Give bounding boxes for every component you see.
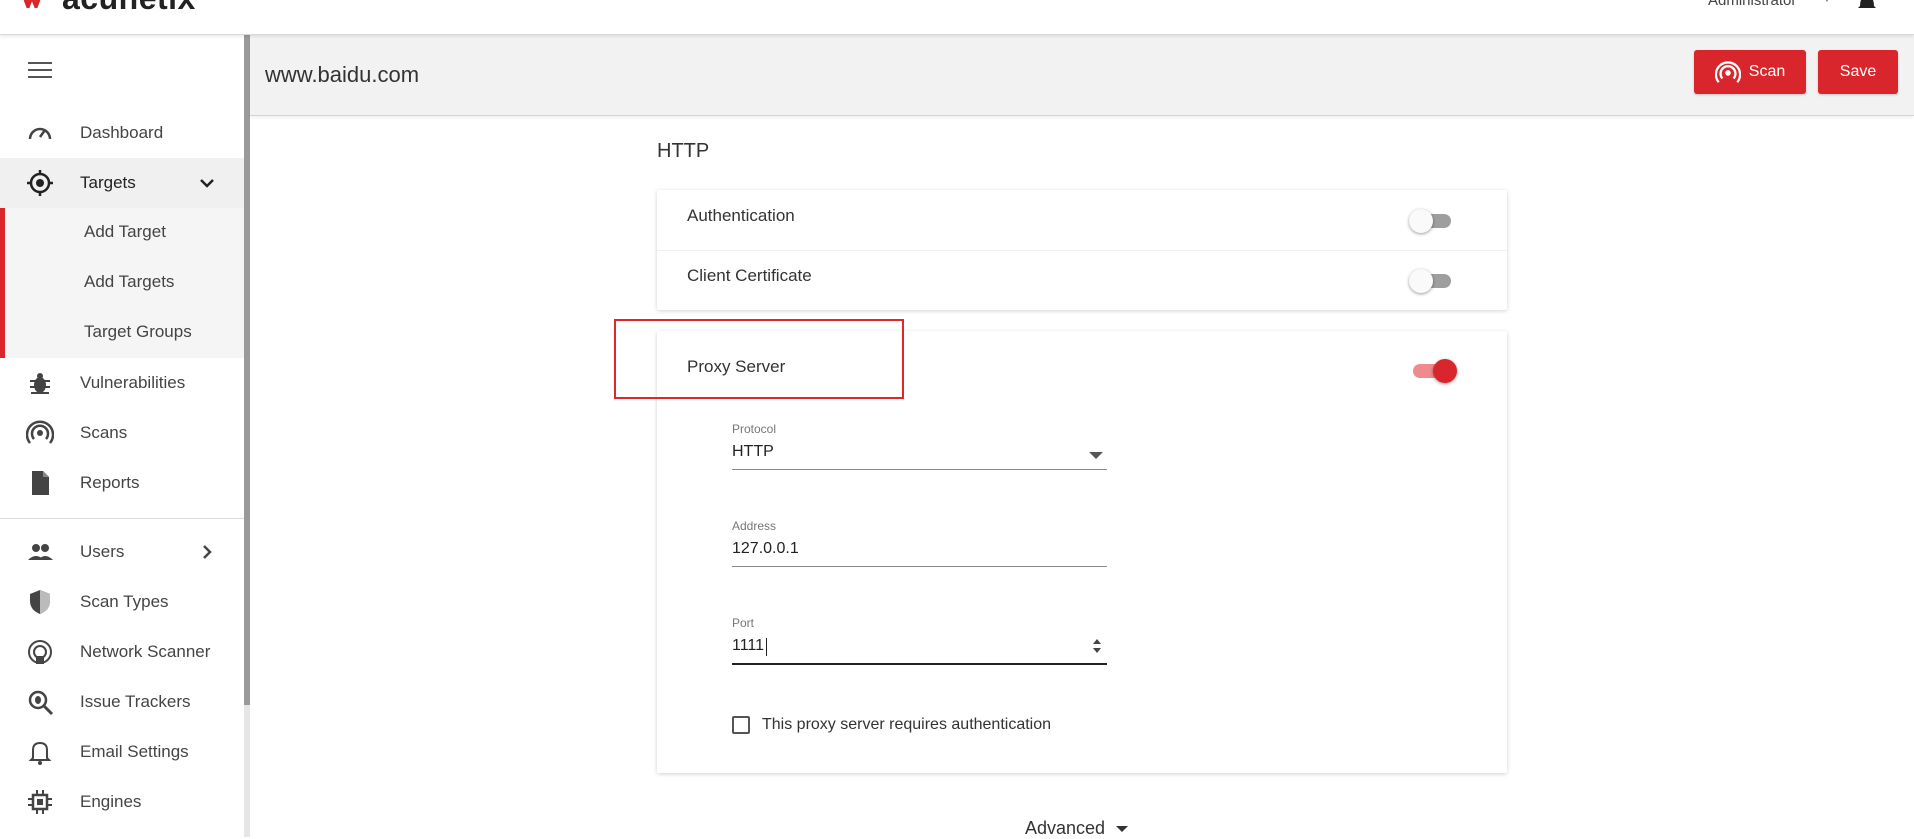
sidebar-item-scans[interactable]: Scans — [0, 408, 244, 458]
target-icon — [27, 170, 53, 196]
page-header — [250, 35, 1914, 116]
sidebar-item-label: Engines — [80, 792, 142, 811]
sidebar-item-label: Network Scanner — [80, 642, 211, 661]
authentication-toggle[interactable] — [1409, 207, 1457, 233]
chevron-down-icon[interactable] — [198, 174, 216, 192]
text-cursor — [766, 638, 767, 656]
dashboard-icon — [28, 127, 52, 140]
client-certificate-label: Client Certificate — [687, 266, 812, 285]
issue-tracker-icon — [28, 690, 54, 716]
notification-bell-icon[interactable] — [1856, 0, 1878, 10]
advanced-toggle[interactable]: Advanced — [1025, 818, 1105, 839]
sidebar-item-label: Users — [80, 542, 125, 561]
report-icon — [32, 471, 49, 495]
sidebar-item-dashboard[interactable]: Dashboard — [0, 108, 244, 158]
http-settings-card: Authentication Client Certificate — [657, 190, 1507, 310]
sidebar-item-label: Scan Types — [80, 592, 169, 611]
sidebar-divider — [0, 518, 244, 519]
sidebar-item-issue-trackers[interactable]: Issue Trackers — [0, 677, 244, 727]
user-menu[interactable]: Administrator — [1708, 0, 1796, 9]
port-spinner-icon[interactable] — [1091, 637, 1103, 655]
section-title: HTTP — [657, 140, 710, 162]
shield-icon — [30, 590, 50, 614]
sidebar-subitem-add-targets[interactable]: Add Targets — [84, 272, 174, 292]
scan-icon — [26, 420, 54, 444]
sidebar-item-targets[interactable]: Targets — [0, 158, 244, 208]
sidebar-item-label: Scans — [80, 423, 128, 442]
row-divider — [657, 250, 1507, 251]
engine-icon — [28, 790, 52, 814]
proxy-auth-label: This proxy server requires authenticatio… — [762, 716, 1052, 733]
bell-icon — [28, 741, 52, 765]
client-certificate-toggle[interactable] — [1409, 267, 1457, 293]
acunetix-logo-icon — [23, 0, 41, 8]
sidebar-item-label: Issue Trackers — [80, 692, 191, 711]
proxy-auth-checkbox[interactable] — [732, 716, 750, 734]
port-label: Port — [732, 616, 755, 630]
sidebar-subitem-add-target[interactable]: Add Target — [84, 222, 166, 242]
scan-button[interactable]: Scan — [1694, 50, 1806, 94]
sidebar-item-label: Vulnerabilities — [80, 373, 186, 392]
protocol-select[interactable]: HTTP — [732, 443, 774, 461]
sidebar-item-network-scanner[interactable]: Network Scanner — [0, 627, 244, 677]
protocol-underline — [732, 469, 1107, 470]
authentication-label: Authentication — [687, 206, 795, 225]
address-underline — [732, 566, 1107, 567]
port-input[interactable]: 1111 — [732, 637, 764, 655]
sidebar-item-label: Email Settings — [80, 742, 189, 761]
address-label: Address — [732, 519, 777, 533]
logo[interactable]: acunetix — [20, 0, 196, 16]
address-input[interactable]: 127.0.0.1 — [732, 540, 799, 558]
sidebar-scrollbar-thumb[interactable] — [244, 35, 250, 705]
sidebar-item-users[interactable]: Users — [0, 527, 244, 577]
sidebar-item-label: Dashboard — [80, 123, 164, 142]
users-icon — [28, 544, 53, 560]
sidebar-subitem-target-groups[interactable]: Target Groups — [84, 322, 192, 342]
network-scanner-icon — [28, 640, 52, 664]
hamburger-menu-icon[interactable] — [28, 60, 52, 80]
sidebar-item-reports[interactable]: Reports — [0, 458, 244, 508]
page-title: www.baidu.com — [265, 62, 420, 87]
bug-icon — [30, 373, 50, 394]
top-bar: acunetix Administrator ▼ — [0, 0, 1914, 35]
proxy-server-toggle[interactable] — [1409, 357, 1457, 383]
save-button[interactable]: Save — [1818, 50, 1898, 94]
sidebar-item-engines[interactable]: Engines — [0, 777, 244, 827]
scan-icon — [1714, 61, 1741, 83]
caret-down-icon[interactable] — [1116, 826, 1128, 832]
sidebar-item-email-settings[interactable]: Email Settings — [0, 727, 244, 777]
dropdown-arrow-icon[interactable] — [1089, 452, 1103, 459]
sidebar-item-label: Reports — [80, 473, 140, 492]
user-caret-icon[interactable]: ▼ — [1822, 0, 1832, 5]
sidebar-item-vulnerabilities[interactable]: Vulnerabilities — [0, 358, 244, 408]
scan-button-label: Scan — [1748, 63, 1786, 80]
highlight-annotation — [614, 319, 904, 399]
chevron-right-icon[interactable] — [198, 543, 216, 561]
logo-text: acunetix — [62, 0, 196, 17]
sidebar-item-scan-types[interactable]: Scan Types — [0, 577, 244, 627]
protocol-label: Protocol — [732, 422, 777, 436]
sidebar-item-label: Targets — [80, 173, 136, 192]
port-underline — [732, 663, 1107, 665]
